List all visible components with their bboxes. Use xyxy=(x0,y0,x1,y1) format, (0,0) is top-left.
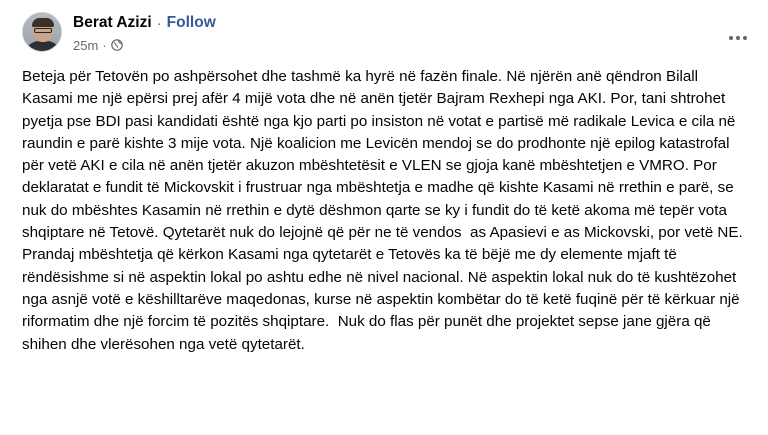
post-meta: Berat Azizi · Follow 25m · xyxy=(73,12,216,54)
author-row: Berat Azizi · Follow xyxy=(73,12,216,34)
author-avatar[interactable] xyxy=(22,12,62,52)
follow-button[interactable]: Follow xyxy=(167,14,216,32)
facebook-post: Berat Azizi · Follow 25m · Beteja për Te… xyxy=(0,0,768,435)
time-separator: · xyxy=(102,37,107,53)
more-options-icon[interactable] xyxy=(724,28,752,48)
post-timestamp[interactable]: 25m xyxy=(73,38,98,53)
author-name[interactable]: Berat Azizi xyxy=(73,14,152,32)
globe-icon[interactable] xyxy=(110,39,123,51)
post-text: Beteja për Tetovën po ashpërsohet dhe ta… xyxy=(22,68,747,353)
timestamp-row: 25m · xyxy=(73,36,216,54)
name-separator: · xyxy=(156,14,162,32)
post-header: Berat Azizi · Follow 25m · xyxy=(22,12,216,54)
